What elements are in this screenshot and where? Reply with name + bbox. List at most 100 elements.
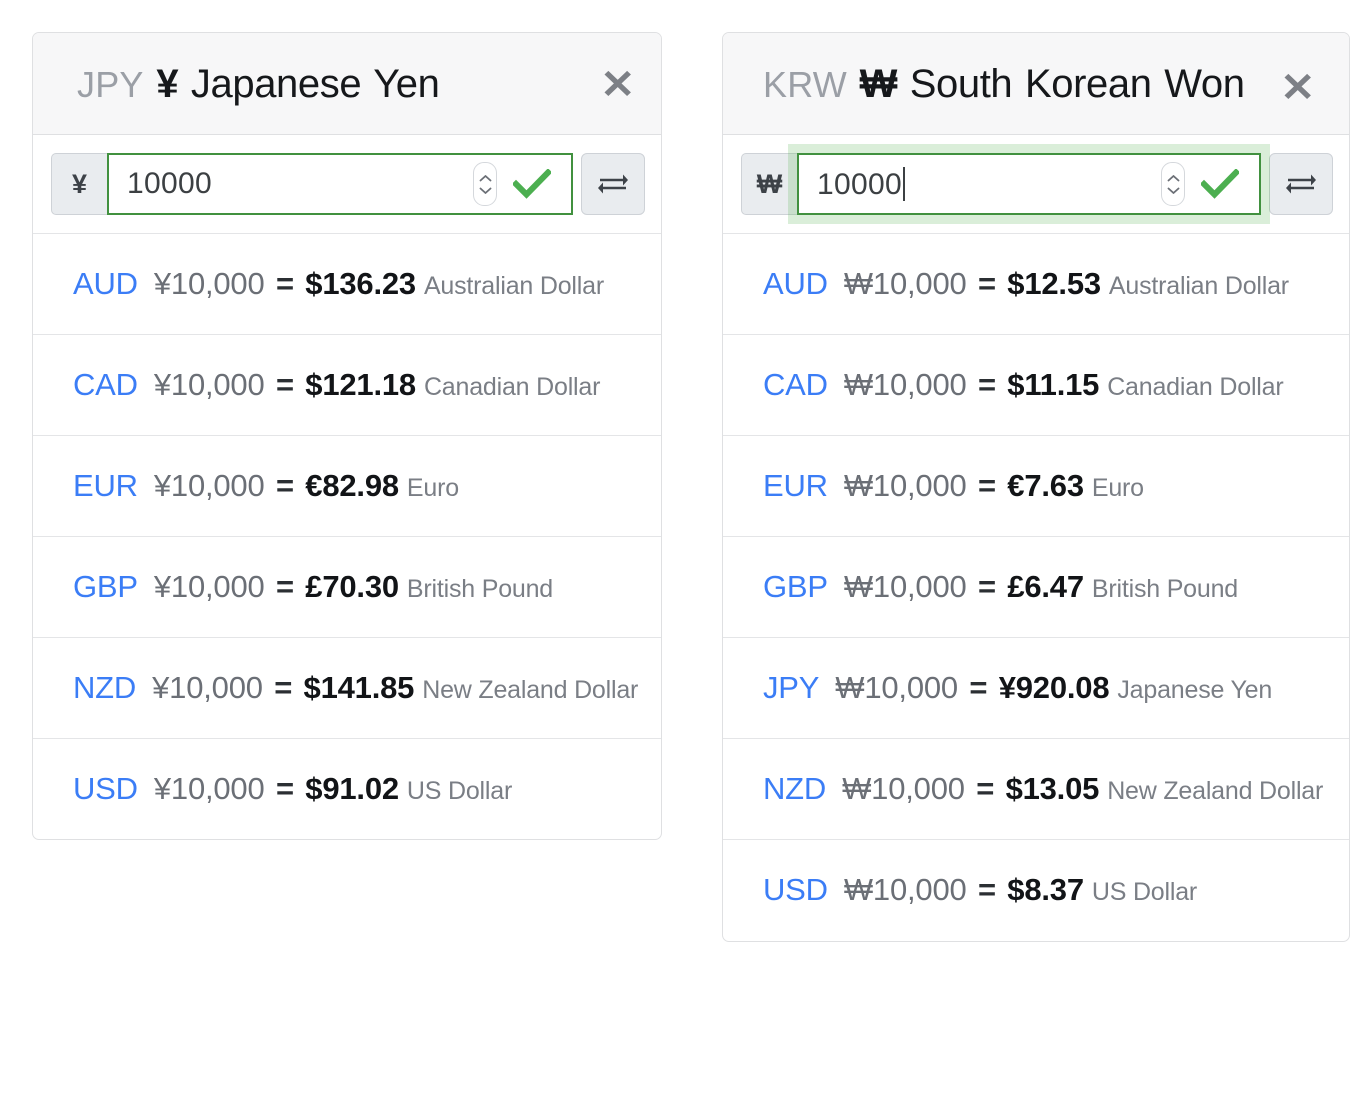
rate-line: AUD ¥10,000 = $136.23 Australian Dollar: [73, 260, 641, 308]
rate-currency-code[interactable]: EUR: [763, 468, 828, 503]
table-row[interactable]: CAD ¥10,000 = $121.18 Canadian Dollar: [33, 335, 661, 437]
number-stepper[interactable]: [473, 162, 497, 207]
amount-input-group: ¥10000: [51, 153, 645, 216]
rate-currency-code[interactable]: AUD: [73, 266, 138, 301]
close-icon[interactable]: ✕: [1281, 68, 1316, 108]
rate-line: GBP ¥10,000 = £70.30 British Pound: [73, 563, 641, 611]
rate-converted-amount: ¥920.08: [998, 670, 1110, 706]
amount-input[interactable]: 10000: [107, 153, 573, 216]
rate-currency-code[interactable]: EUR: [73, 468, 138, 503]
currency-card-krw: KRW ₩ South Korean Won ✕ ₩10000 AUD ₩10,000 …: [722, 32, 1350, 942]
rate-converted-amount: €82.98: [305, 468, 399, 504]
rate-from-amount: ¥10,000: [153, 771, 265, 807]
currency-symbol-label: ¥: [156, 62, 179, 106]
rate-from-amount: ₩10,000: [843, 872, 967, 908]
rate-equals-sign: =: [977, 468, 996, 504]
rate-currency-name: Canadian Dollar: [1107, 373, 1284, 402]
check-icon: [1201, 169, 1239, 199]
rate-converted-amount: $8.37: [1007, 872, 1084, 908]
rate-converted-amount: $11.15: [1007, 367, 1100, 403]
currency-symbol-label: ₩: [859, 62, 898, 106]
rate-from-amount: ₩10,000: [843, 569, 967, 605]
rate-currency-code[interactable]: GBP: [73, 569, 138, 604]
rate-equals-sign: =: [274, 670, 293, 706]
rate-line: CAD ₩10,000 = $11.15 Canadian Dollar: [763, 361, 1329, 409]
confirm-check-icon[interactable]: [1201, 169, 1239, 199]
check-icon: [513, 169, 551, 199]
rate-currency-code[interactable]: USD: [73, 771, 138, 806]
rate-currency-code[interactable]: CAD: [763, 367, 828, 402]
chevron-up-icon: [1167, 174, 1179, 182]
rate-currency-code[interactable]: AUD: [763, 266, 828, 301]
amount-input-text: 10000: [127, 167, 212, 201]
rate-equals-sign: =: [977, 569, 996, 605]
card-header-jpy: JPY ¥ Japanese Yen ✕: [33, 33, 661, 136]
rate-converted-amount: $121.18: [305, 367, 416, 403]
rate-from-amount: ₩10,000: [843, 367, 967, 403]
rate-equals-sign: =: [275, 468, 294, 504]
rate-equals-sign: =: [275, 266, 294, 302]
rate-currency-name: Euro: [406, 474, 459, 503]
rate-currency-name: Japanese Yen: [1117, 676, 1273, 705]
rate-line: USD ₩10,000 = $8.37 US Dollar: [763, 866, 1329, 914]
rate-currency-code[interactable]: JPY: [763, 670, 819, 705]
rate-currency-name: US Dollar: [406, 777, 513, 806]
rate-from-amount: ¥10,000: [153, 266, 265, 302]
table-row[interactable]: GBP ¥10,000 = £70.30 British Pound: [33, 537, 661, 639]
converter-stage: JPY ¥ Japanese Yen ✕ ¥10000 AUD ¥10,000 = $1…: [0, 0, 1370, 1106]
rate-line: USD ¥10,000 = $91.02 US Dollar: [73, 765, 641, 813]
rate-converted-amount: $12.53: [1007, 266, 1101, 302]
close-icon[interactable]: ✕: [601, 65, 636, 105]
rate-currency-name: Euro: [1091, 474, 1144, 503]
rate-line: NZD ¥10,000 = $141.85 New Zealand Dollar: [73, 664, 641, 712]
rate-currency-code[interactable]: CAD: [73, 367, 138, 402]
currency-symbol-addon: ₩: [741, 153, 797, 216]
table-row[interactable]: CAD ₩10,000 = $11.15 Canadian Dollar: [723, 335, 1349, 437]
amount-input[interactable]: 10000: [797, 153, 1261, 216]
table-row[interactable]: USD ¥10,000 = $91.02 US Dollar: [33, 739, 661, 839]
rate-currency-name: British Pound: [1091, 575, 1238, 604]
confirm-check-icon[interactable]: [513, 169, 551, 199]
rate-line: CAD ¥10,000 = $121.18 Canadian Dollar: [73, 361, 641, 409]
rate-from-amount: ¥10,000: [153, 367, 265, 403]
table-row[interactable]: GBP ₩10,000 = £6.47 British Pound: [723, 537, 1349, 639]
rate-currency-code[interactable]: USD: [763, 872, 828, 907]
rate-currency-name: New Zealand Dollar: [1107, 777, 1324, 806]
rate-from-amount: ₩10,000: [835, 670, 958, 706]
page-title: JPY ¥ Japanese Yen: [77, 57, 440, 112]
number-stepper[interactable]: [1161, 162, 1185, 207]
table-row[interactable]: JPY ₩10,000 = ¥920.08 Japanese Yen: [723, 638, 1349, 740]
rate-from-amount: ₩10,000: [843, 468, 967, 504]
table-row[interactable]: AUD ¥10,000 = $136.23 Australian Dollar: [33, 234, 661, 336]
table-row[interactable]: USD ₩10,000 = $8.37 US Dollar: [723, 840, 1349, 940]
rate-equals-sign: =: [977, 266, 996, 302]
rate-currency-code[interactable]: NZD: [763, 771, 826, 806]
swap-arrows-icon: [1286, 174, 1316, 194]
text-caret: [902, 166, 905, 201]
rate-currency-name: British Pound: [406, 575, 554, 604]
swap-currencies-button[interactable]: [581, 153, 645, 216]
rate-from-amount: ¥10,000: [152, 670, 263, 706]
rate-equals-sign: =: [977, 367, 996, 403]
amount-input-value: 10000: [817, 166, 1161, 202]
rate-converted-amount: €7.63: [1007, 468, 1084, 504]
rate-currency-name: Australian Dollar: [1108, 272, 1289, 301]
rate-currency-name: US Dollar: [1091, 878, 1198, 907]
amount-input-group: ₩10000: [741, 153, 1333, 216]
table-row[interactable]: EUR ¥10,000 = €82.98 Euro: [33, 436, 661, 538]
table-row[interactable]: NZD ₩10,000 = $13.05 New Zealand Dollar: [723, 739, 1349, 841]
rate-converted-amount: £6.47: [1007, 569, 1084, 605]
table-row[interactable]: NZD ¥10,000 = $141.85 New Zealand Dollar: [33, 638, 661, 740]
rate-currency-code[interactable]: GBP: [763, 569, 828, 604]
table-row[interactable]: EUR ₩10,000 = €7.63 Euro: [723, 436, 1349, 538]
rate-currency-name: New Zealand Dollar: [422, 676, 639, 705]
rate-currency-name: Australian Dollar: [423, 272, 604, 301]
rate-converted-amount: $141.85: [303, 670, 415, 706]
swap-currencies-button[interactable]: [1269, 153, 1333, 216]
rate-currency-code[interactable]: NZD: [73, 670, 136, 705]
currency-code-label: KRW: [763, 64, 847, 105]
rate-line: JPY ₩10,000 = ¥920.08 Japanese Yen: [763, 664, 1329, 712]
table-row[interactable]: AUD ₩10,000 = $12.53 Australian Dollar: [723, 234, 1349, 336]
card-header-krw: KRW ₩ South Korean Won ✕: [723, 33, 1349, 136]
rate-line: NZD ₩10,000 = $13.05 New Zealand Dollar: [763, 765, 1329, 813]
